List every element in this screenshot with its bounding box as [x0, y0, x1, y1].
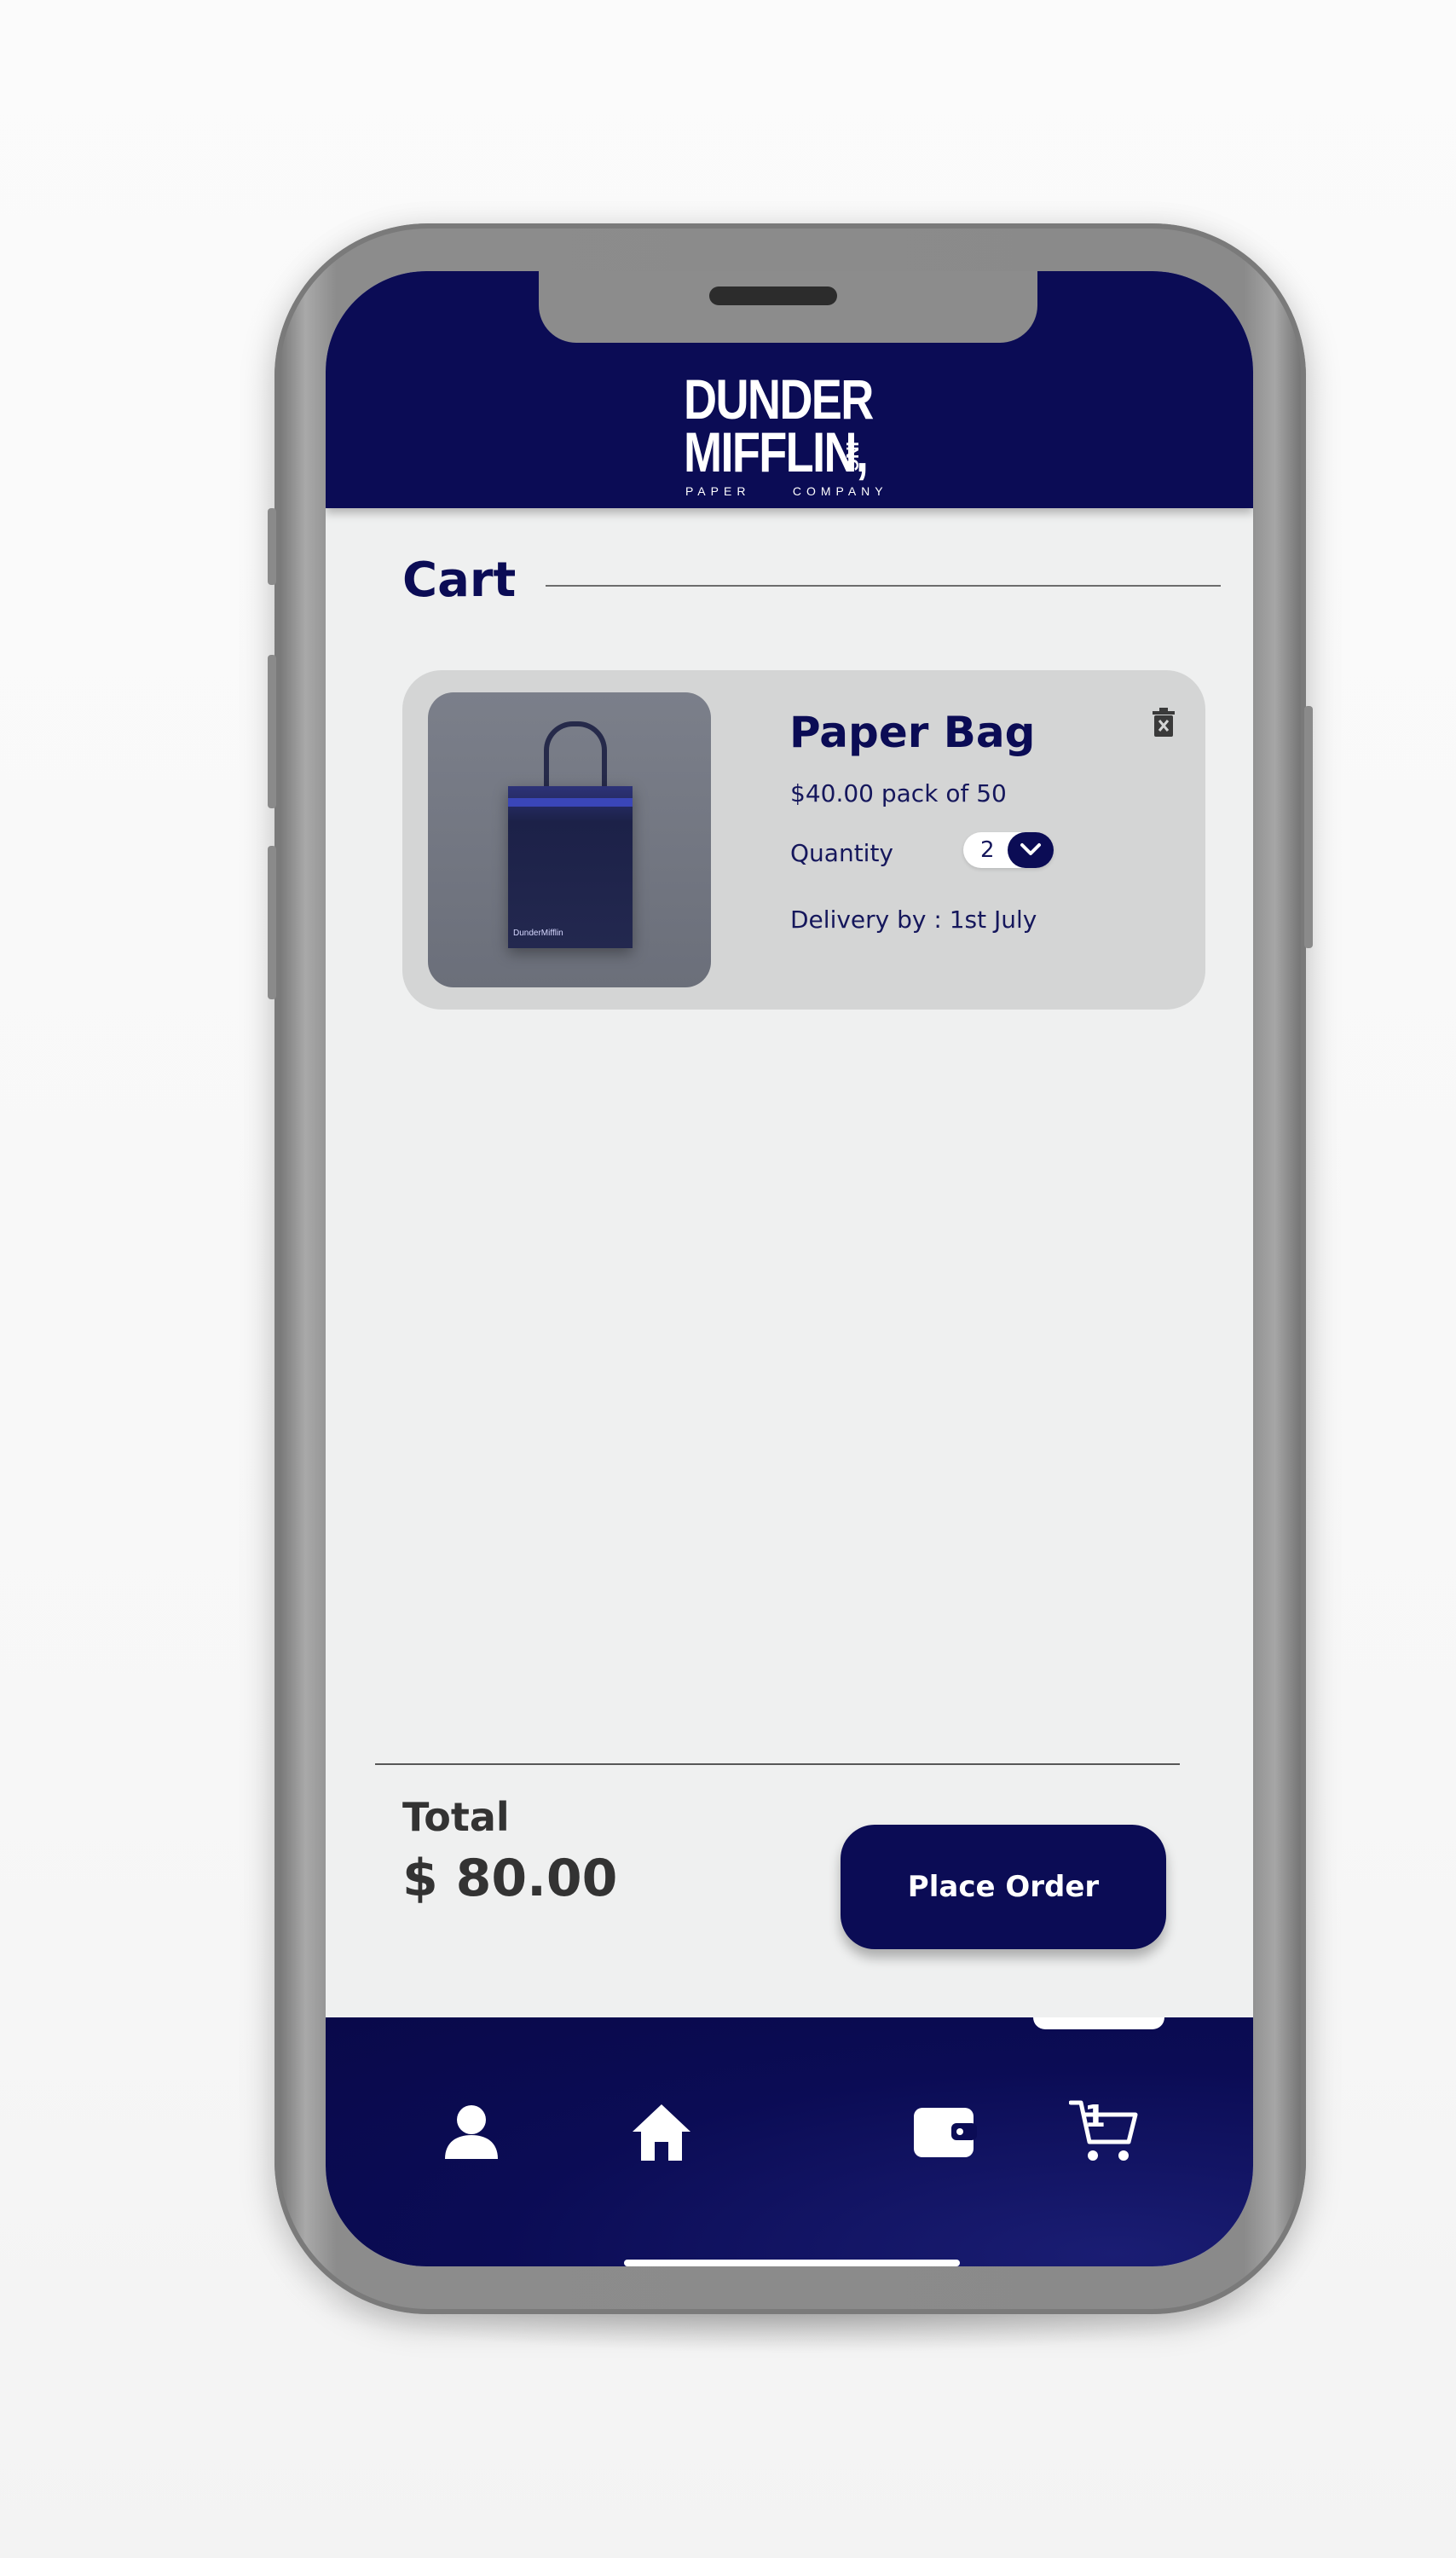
silent-switch	[268, 508, 276, 585]
home-icon	[633, 2104, 690, 2161]
bottom-nav	[326, 2017, 1253, 2266]
product-price: $40.00 pack of 50	[790, 779, 1007, 807]
title-divider	[546, 585, 1221, 587]
trash-icon	[1153, 708, 1175, 737]
user-icon	[445, 2105, 498, 2159]
bag-body: DunderMifflin	[508, 786, 633, 948]
cart-count-badge: 1	[1084, 2099, 1106, 2134]
nav-home[interactable]	[631, 2101, 692, 2162]
summary-divider	[375, 1763, 1180, 1765]
app-header: DUNDER MIFFLIN, INC PAPER COMPANY	[326, 271, 1253, 508]
brand-suffix: INC	[842, 442, 861, 472]
power-button	[1304, 706, 1313, 948]
device-notch	[539, 271, 1037, 343]
chevron-down-icon	[1020, 843, 1041, 855]
bag-label: DunderMifflin	[513, 929, 563, 938]
home-indicator	[624, 2260, 960, 2266]
brand-line-2: MIFFLIN,	[684, 420, 869, 483]
volume-up-button	[268, 655, 276, 808]
delete-item-button[interactable]	[1153, 708, 1175, 737]
brand-logo[interactable]: DUNDER MIFFLIN, INC PAPER COMPANY	[684, 367, 897, 501]
brand-line-1: DUNDER	[684, 367, 874, 431]
page-title: Cart	[402, 553, 517, 608]
total-value: $ 80.00	[402, 1849, 618, 1908]
product-name: Paper Bag	[789, 708, 1036, 757]
quantity-select[interactable]: 2	[963, 832, 1054, 868]
place-order-button[interactable]: Place Order	[841, 1825, 1166, 1949]
quantity-label: Quantity	[790, 839, 893, 867]
app-screen: DUNDER MIFFLIN, INC PAPER COMPANY Cart D…	[326, 271, 1253, 2266]
wallet-icon	[914, 2108, 977, 2157]
volume-down-button	[268, 846, 276, 999]
brand-tagline: PAPER COMPANY	[685, 484, 888, 498]
nav-profile[interactable]	[442, 2103, 501, 2162]
active-tab-indicator	[1033, 2017, 1164, 2029]
total-label: Total	[402, 1794, 510, 1840]
cart-item-card[interactable]: DunderMifflin Paper Bag $40.00 pack of 5…	[402, 670, 1205, 1010]
delivery-date: Delivery by : 1st July	[790, 906, 1037, 934]
product-image[interactable]: DunderMifflin	[428, 692, 711, 987]
quantity-value: 2	[980, 837, 995, 863]
quantity-dropdown-button[interactable]	[1008, 832, 1054, 868]
nav-wallet[interactable]	[912, 2103, 977, 2159]
bag-stripe	[508, 798, 633, 807]
speaker-grille	[709, 286, 837, 305]
